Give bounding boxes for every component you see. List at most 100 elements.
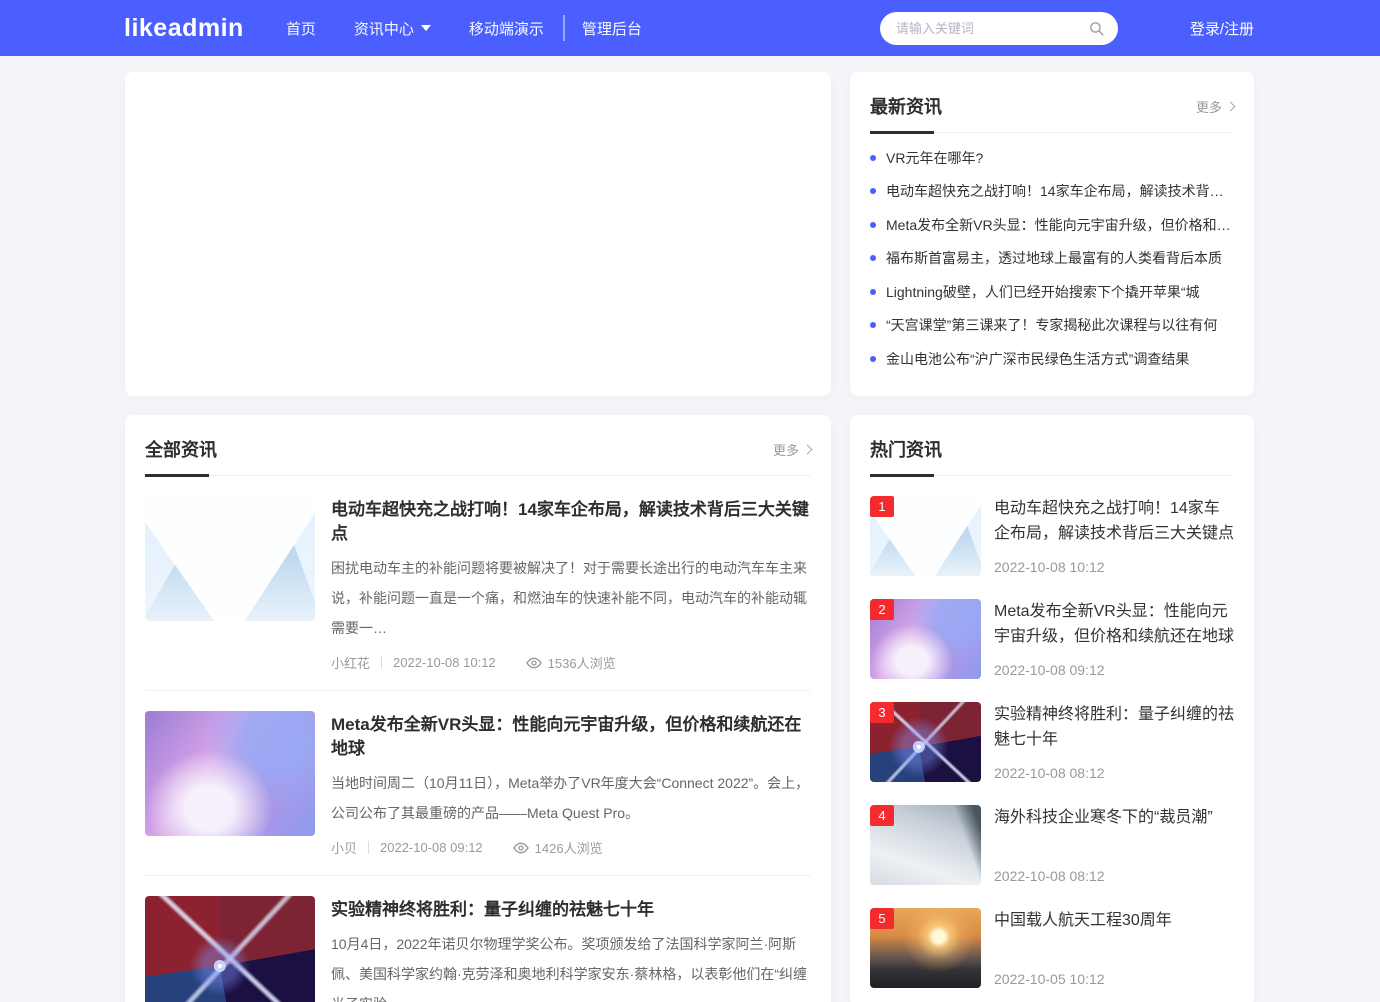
search-input[interactable] bbox=[896, 21, 1088, 36]
all-news-header: 全部资讯 更多 bbox=[145, 415, 811, 476]
hot-news-title[interactable]: 海外科技企业寒冬下的“裁员潮” bbox=[994, 805, 1234, 830]
hot-news-title[interactable]: 实验精神终将胜利：量子纠缠的祛魅七十年 bbox=[994, 702, 1234, 752]
rank-badge: 4 bbox=[870, 805, 894, 826]
page-content: 全部资讯 更多 电动车超快充之战打响！14家车企布局，解读技术背后三大关键点 困… bbox=[125, 72, 1254, 1002]
article-row[interactable]: Meta发布全新VR头显：性能向元宇宙升级，但价格和续航还在地球 当地时间周二（… bbox=[145, 691, 811, 876]
latest-news-text: 金山电池公布“沪广深市民绿色生活方式”调查结果 bbox=[886, 349, 1189, 369]
bullet-dot bbox=[870, 322, 876, 328]
rank-badge: 3 bbox=[870, 702, 894, 723]
bullet-dot bbox=[870, 188, 876, 194]
latest-news-list: VR元年在哪年? 电动车超快充之战打响！14家车企布局，解读技术背后三… Met… bbox=[850, 141, 1254, 376]
bullet-dot bbox=[870, 356, 876, 362]
latest-news-item[interactable]: 金山电池公布“沪广深市民绿色生活方式”调查结果 bbox=[870, 342, 1234, 376]
nav-item-mobile-demo[interactable]: 移动端演示 bbox=[469, 18, 544, 39]
article-excerpt: 当地时间周二（10月11日），Meta举办了VR年度大会“Connect 202… bbox=[331, 768, 811, 828]
article-date: 2022-10-08 10:12 bbox=[393, 655, 496, 670]
latest-news-item[interactable]: VR元年在哪年? bbox=[870, 141, 1234, 175]
article-title[interactable]: 电动车超快充之战打响！14家车企布局，解读技术背后三大关键点 bbox=[331, 498, 811, 546]
latest-news-item[interactable]: Lightning破壁，人们已经开始搜索下个撬开苹果“城 bbox=[870, 275, 1234, 309]
latest-news-item[interactable]: 电动车超快充之战打响！14家车企布局，解读技术背后三… bbox=[870, 175, 1234, 209]
hot-news-date: 2022-10-08 09:12 bbox=[994, 662, 1234, 679]
login-register-link[interactable]: 登录/注册 bbox=[1190, 18, 1254, 39]
article-views: 1426人浏览 bbox=[513, 838, 603, 857]
article-thumbnail-charger[interactable] bbox=[145, 496, 315, 621]
bullet-dot bbox=[870, 289, 876, 295]
article-list: 电动车超快充之战打响！14家车企布局，解读技术背后三大关键点 困扰电动车主的补能… bbox=[125, 476, 831, 1002]
article-title[interactable]: Meta发布全新VR头显：性能向元宇宙升级，但价格和续航还在地球 bbox=[331, 713, 811, 761]
hot-thumbnail-quantum[interactable]: 3 bbox=[870, 702, 981, 782]
bullet-dot bbox=[870, 255, 876, 261]
hot-news-item[interactable]: 5 中国载人航天工程30周年 2022-10-05 10:12 bbox=[870, 908, 1234, 988]
hot-news-list: 1 电动车超快充之战打响！14家车企布局，解读技术背后三大关键点 2022-10… bbox=[850, 496, 1254, 1002]
hot-thumbnail-layoffs[interactable]: 4 bbox=[870, 805, 981, 885]
hot-thumbnail-vr[interactable]: 2 bbox=[870, 599, 981, 679]
views-count: 1536人浏览 bbox=[548, 653, 616, 672]
nav-item-admin[interactable]: 管理后台 bbox=[582, 18, 642, 39]
hot-news-title[interactable]: Meta发布全新VR头显：性能向元宇宙升级，但价格和续航还在地球 bbox=[994, 599, 1234, 649]
more-link[interactable]: 更多 bbox=[1196, 97, 1234, 116]
more-label: 更多 bbox=[1196, 97, 1222, 116]
bullet-dot bbox=[870, 222, 876, 228]
nav-item-label: 资讯中心 bbox=[354, 18, 414, 39]
chevron-right-icon bbox=[1226, 102, 1236, 112]
latest-news-text: Lightning破壁，人们已经开始搜索下个撬开苹果“城 bbox=[886, 282, 1200, 302]
search-box[interactable] bbox=[880, 12, 1118, 45]
chevron-down-icon bbox=[421, 25, 431, 31]
article-title[interactable]: 实验精神终将胜利：量子纠缠的祛魅七十年 bbox=[331, 898, 811, 922]
article-row[interactable]: 实验精神终将胜利：量子纠缠的祛魅七十年 10月4日，2022年诺贝尔物理学奖公布… bbox=[145, 876, 811, 1002]
hot-thumbnail-charger[interactable]: 1 bbox=[870, 496, 981, 576]
article-thumbnail-vr[interactable] bbox=[145, 711, 315, 836]
nav-divider bbox=[563, 15, 565, 41]
article-author: 小红花 bbox=[331, 653, 370, 672]
section-title: 热门资讯 bbox=[870, 436, 942, 462]
hot-news-title[interactable]: 电动车超快充之战打响！14家车企布局，解读技术背后三大关键点 bbox=[994, 496, 1234, 546]
nav-item-news-center[interactable]: 资讯中心 bbox=[354, 18, 431, 39]
hot-news-title[interactable]: 中国载人航天工程30周年 bbox=[994, 908, 1234, 933]
hot-news-date: 2022-10-08 08:12 bbox=[994, 765, 1234, 782]
more-label: 更多 bbox=[773, 440, 799, 459]
latest-news-text: 电动车超快充之战打响！14家车企布局，解读技术背后三… bbox=[886, 181, 1234, 201]
article-date: 2022-10-08 09:12 bbox=[380, 840, 483, 855]
latest-news-card: 最新资讯 更多 VR元年在哪年? 电动车超快充之战打响！14家车企布局，解读技术… bbox=[850, 72, 1254, 396]
logo[interactable]: likeadmin bbox=[124, 14, 244, 43]
hot-news-date: 2022-10-08 10:12 bbox=[994, 559, 1234, 576]
main-nav: 首页 资讯中心 移动端演示 管理后台 bbox=[286, 15, 642, 41]
article-row[interactable]: 电动车超快充之战打响！14家车企布局，解读技术背后三大关键点 困扰电动车主的补能… bbox=[145, 476, 811, 691]
article-thumbnail-quantum[interactable] bbox=[145, 896, 315, 1002]
article-excerpt: 困扰电动车主的补能问题将要被解决了！对于需要长途出行的电动汽车车主来说，补能问题… bbox=[331, 553, 811, 643]
rank-badge: 1 bbox=[870, 496, 894, 517]
article-meta: 小贝 2022-10-08 09:12 1426人浏览 bbox=[331, 828, 811, 857]
all-news-card: 全部资讯 更多 电动车超快充之战打响！14家车企布局，解读技术背后三大关键点 困… bbox=[125, 415, 831, 1002]
latest-news-text: 福布斯首富易主，透过地球上最富有的人类看背后本质 bbox=[886, 248, 1222, 268]
latest-news-item[interactable]: “天宫课堂”第三课来了！专家揭秘此次课程与以往有何 bbox=[870, 309, 1234, 343]
hot-news-item[interactable]: 3 实验精神终将胜利：量子纠缠的祛魅七十年 2022-10-08 08:12 bbox=[870, 702, 1234, 782]
views-count: 1426人浏览 bbox=[535, 838, 603, 857]
section-title: 全部资讯 bbox=[145, 436, 217, 462]
rank-badge: 2 bbox=[870, 599, 894, 620]
latest-news-text: Meta发布全新VR头显：性能向元宇宙升级，但价格和续…还 bbox=[886, 215, 1234, 235]
banner-card bbox=[125, 72, 831, 396]
article-author: 小贝 bbox=[331, 838, 357, 857]
hot-news-item[interactable]: 1 电动车超快充之战打响！14家车企布局，解读技术背后三大关键点 2022-10… bbox=[870, 496, 1234, 576]
latest-news-header: 最新资讯 更多 bbox=[870, 72, 1234, 133]
article-meta: 小红花 2022-10-08 10:12 1536人浏览 bbox=[331, 643, 811, 672]
hot-news-date: 2022-10-05 10:12 bbox=[994, 971, 1234, 988]
hot-news-header: 热门资讯 bbox=[870, 415, 1234, 476]
latest-news-item[interactable]: Meta发布全新VR头显：性能向元宇宙升级，但价格和续…还 bbox=[870, 208, 1234, 242]
nav-item-home[interactable]: 首页 bbox=[286, 18, 316, 39]
chevron-right-icon bbox=[803, 445, 813, 455]
hot-news-item[interactable]: 4 海外科技企业寒冬下的“裁员潮” 2022-10-08 08:12 bbox=[870, 805, 1234, 885]
latest-news-item[interactable]: 福布斯首富易主，透过地球上最富有的人类看背后本质 bbox=[870, 242, 1234, 276]
meta-divider bbox=[381, 656, 382, 669]
hot-thumbnail-spacecar[interactable]: 5 bbox=[870, 908, 981, 988]
article-excerpt: 10月4日，2022年诺贝尔物理学奖公布。奖项颁发给了法国科学家阿兰·阿斯佩、美… bbox=[331, 929, 811, 1002]
article-views: 1536人浏览 bbox=[526, 653, 616, 672]
hot-news-item[interactable]: 2 Meta发布全新VR头显：性能向元宇宙升级，但价格和续航还在地球 2022-… bbox=[870, 599, 1234, 679]
rank-badge: 5 bbox=[870, 908, 894, 929]
latest-news-text: VR元年在哪年? bbox=[886, 148, 983, 168]
bullet-dot bbox=[870, 155, 876, 161]
more-link[interactable]: 更多 bbox=[773, 440, 811, 459]
meta-divider bbox=[368, 841, 369, 854]
search-icon[interactable] bbox=[1088, 20, 1105, 37]
navbar: likeadmin 首页 资讯中心 移动端演示 管理后台 登录/注册 bbox=[0, 0, 1380, 56]
